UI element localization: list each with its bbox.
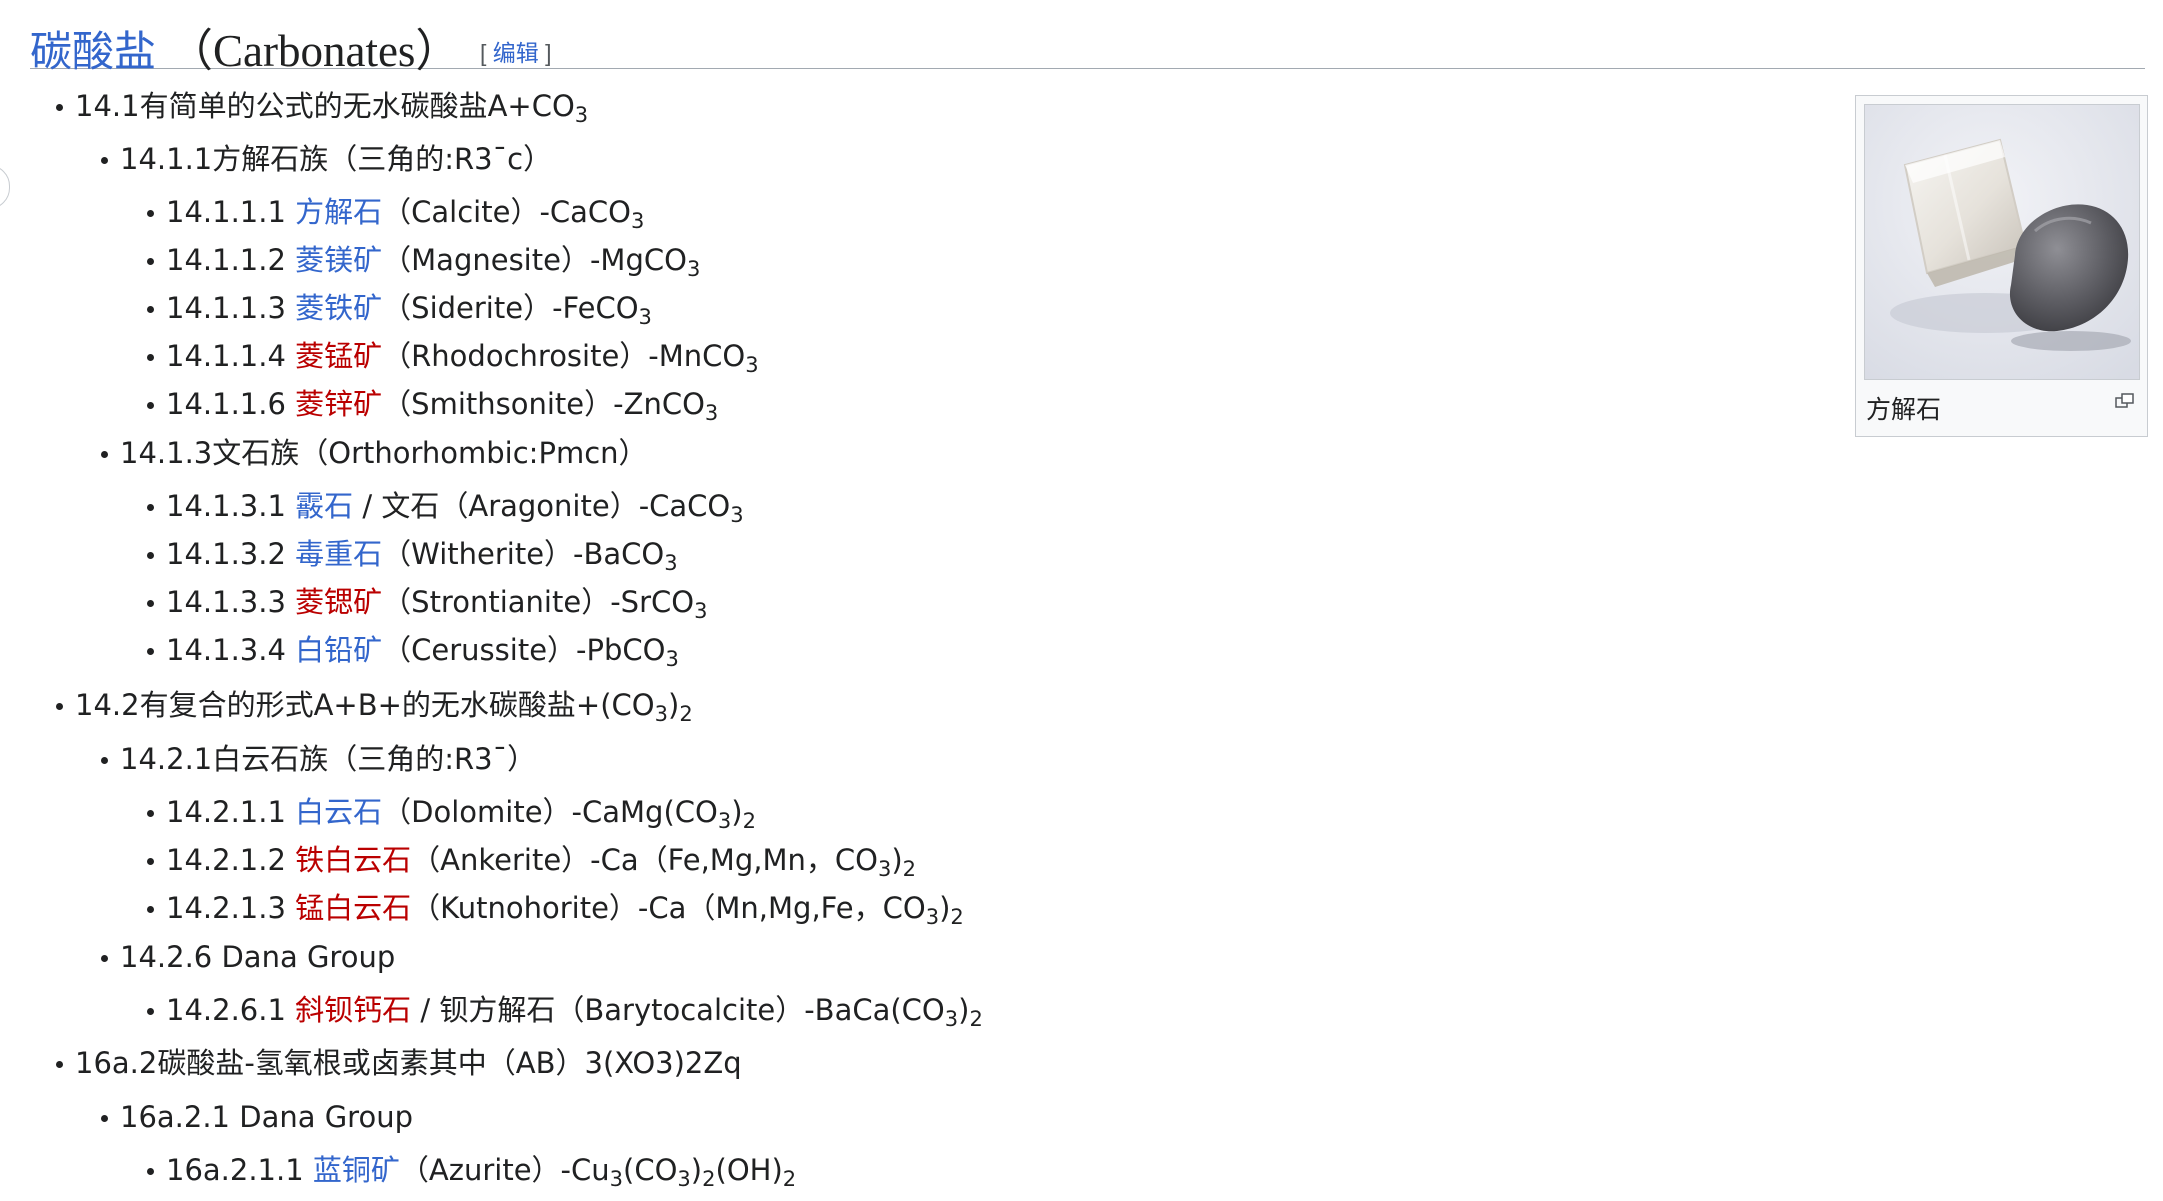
- image-thumbnail-box: 方解石: [1855, 95, 2148, 437]
- mineral-link[interactable]: 铁白云石: [295, 843, 411, 877]
- list-item: 14.2.1.2 铁白云石（Ankerite）-Ca（Fe,Mg,Mn，CO3)…: [146, 843, 917, 881]
- mineral-link[interactable]: 菱铁矿: [295, 291, 382, 325]
- list-item: 14.1.1.4 菱锰矿（Rhodochrosite）-MnCO3: [147, 339, 759, 377]
- list-item: 14.2.6.1 斜钡钙石 / 钡方解石（Barytocalcite）-BaCa…: [147, 993, 983, 1031]
- heading-title-zh: 碳酸盐: [30, 27, 157, 76]
- calcite-image[interactable]: [1864, 104, 2140, 380]
- mineral-link[interactable]: 霰石: [295, 489, 353, 523]
- mineral-link[interactable]: 白云石: [295, 795, 382, 829]
- edit-bracket-close: ]: [538, 40, 552, 66]
- list-item: 14.1.1.3 菱铁矿（Siderite）-FeCO3: [147, 291, 652, 329]
- mineral-link[interactable]: 斜钡钙石: [295, 993, 411, 1027]
- mineral-link[interactable]: 菱锶矿: [295, 585, 382, 619]
- list-item: 14.1.3.3 菱锶矿（Strontianite）-SrCO3: [146, 585, 708, 623]
- mineral-link[interactable]: 蓝铜矿: [313, 1153, 400, 1187]
- list-item: 14.2有复合的形式A+B+的无水碳酸盐+(CO3)2: [56, 688, 693, 726]
- list-item: 14.2.1白云石族（三角的:R3¯）: [100, 742, 537, 776]
- edit-bracket-open: [: [480, 40, 493, 66]
- mineral-link[interactable]: 毒重石: [295, 537, 382, 571]
- mineral-link[interactable]: 菱锌矿: [295, 387, 382, 421]
- list-item: 14.1.1.2 菱镁矿（Magnesite）-MgCO3: [146, 243, 701, 281]
- list-item: 16a.2.1 Dana Group: [101, 1100, 413, 1134]
- mineral-link[interactable]: 方解石: [295, 195, 382, 229]
- mineral-link[interactable]: 菱镁矿: [295, 243, 382, 277]
- calcite-photo: [1865, 105, 2139, 379]
- mineral-link[interactable]: 菱锰矿: [295, 339, 382, 373]
- list-item: 14.1.1.6 菱锌矿（Smithsonite）-ZnCO3: [146, 387, 719, 425]
- mineral-link[interactable]: 锰白云石: [295, 891, 411, 925]
- list-item: 16a.2碳酸盐-氢氧根或卤素其中（AB）3(XO3)2Zq: [56, 1046, 742, 1080]
- list-item: 14.2.6 Dana Group: [100, 940, 396, 974]
- list-item: 14.1.3.4 白铅矿（Cerussite）-PbCO3: [147, 633, 679, 671]
- edit-label[interactable]: 编辑: [493, 40, 539, 66]
- list-item: 14.1.3.1 霰石 / 文石（Aragonite）-CaCO3: [147, 489, 744, 527]
- image-caption: 方解石: [1866, 395, 1942, 424]
- heading-title-en: （Carbonates）: [168, 26, 461, 76]
- list-item: 14.1.1方解石族（三角的:R3¯c）: [100, 142, 553, 176]
- list-item: 14.2.1.1 白云石（Dolomite）-CaMg(CO3)2: [147, 795, 756, 833]
- list-item: 14.1有简单的公式的无水碳酸盐A+CO3: [55, 89, 589, 127]
- edit-section-link[interactable]: [ 编辑 ]: [480, 34, 552, 68]
- list-item: 14.1.3.2 毒重石（Witherite）-BaCO3: [147, 537, 678, 575]
- list-item: 14.2.1.3 锰白云石（Kutnohorite）-Ca（Mn,Mg,Fe，C…: [147, 891, 964, 929]
- side-panel-tab[interactable]: [0, 165, 10, 209]
- list-item: 14.1.3文石族（Orthorhombic:Pmcn）: [101, 436, 648, 470]
- section-heading: 碳酸盐 （Carbonates） [ 编辑 ]: [30, 8, 2145, 76]
- magnify-icon[interactable]: [2115, 392, 2135, 410]
- list-item: 16a.2.1.1 蓝铜矿（Azurite）-Cu3(CO3)2(OH)2: [146, 1153, 797, 1191]
- mineral-link[interactable]: 白铅矿: [295, 633, 382, 667]
- list-item: 14.1.1.1 方解石（Calcite）-CaCO3: [146, 195, 645, 233]
